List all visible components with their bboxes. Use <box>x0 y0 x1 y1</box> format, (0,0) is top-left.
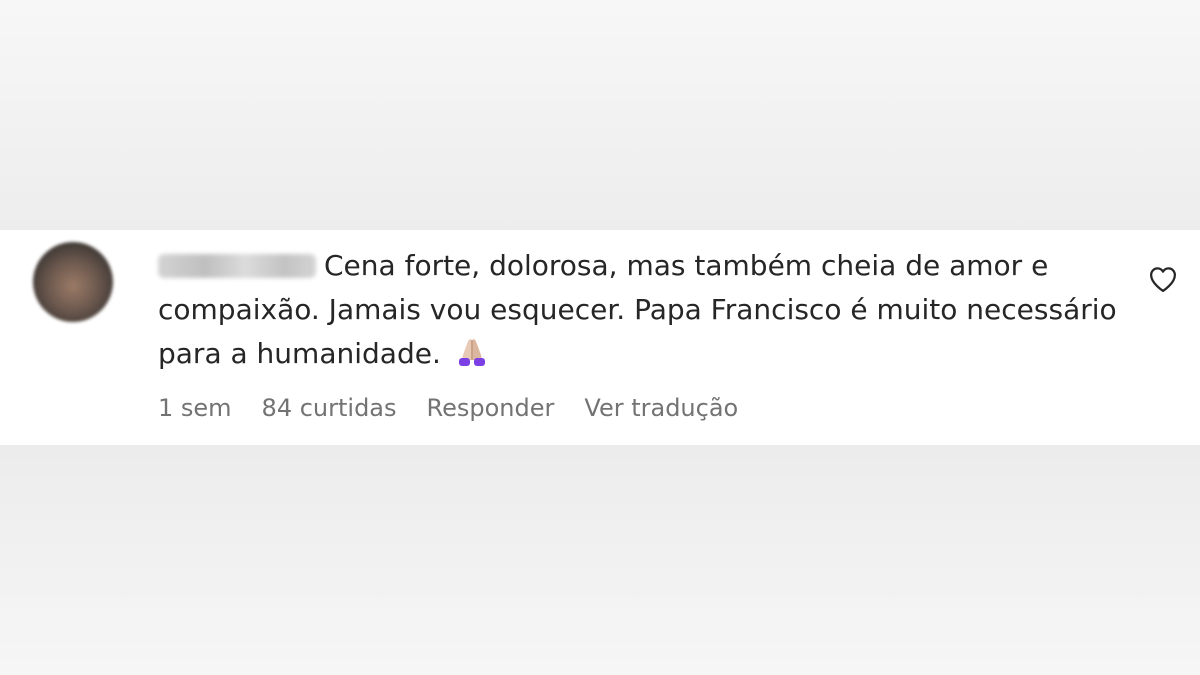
username-blurred[interactable] <box>158 254 316 278</box>
comment-meta: 1 sem 84 curtidas Responder Ver tradução <box>158 393 738 423</box>
like-button[interactable] <box>1146 262 1180 296</box>
comment-card: Cena forte, dolorosa, mas também cheia d… <box>0 230 1200 445</box>
reply-button[interactable]: Responder <box>427 393 555 423</box>
comment-time: 1 sem <box>158 394 232 422</box>
background-top <box>0 0 1200 230</box>
background-bottom <box>0 445 1200 675</box>
translate-button[interactable]: Ver tradução <box>584 393 738 423</box>
avatar[interactable] <box>33 242 113 322</box>
praying-hands-icon <box>454 336 490 366</box>
heart-outline-icon <box>1150 267 1176 292</box>
likes-count-link[interactable]: 84 curtidas <box>262 393 397 423</box>
comment-text-block: Cena forte, dolorosa, mas também cheia d… <box>158 244 1118 376</box>
